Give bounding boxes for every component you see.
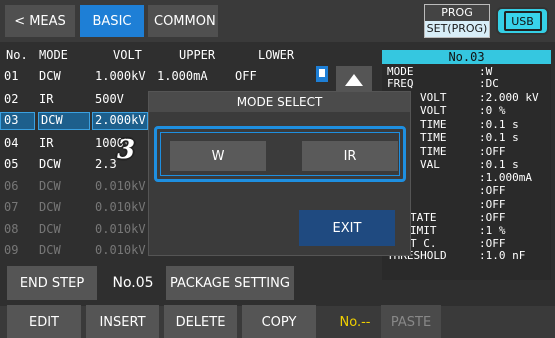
cell-no: 05 [4,157,19,171]
panel-value: :0.1 s [479,158,519,171]
cell-no: 06 [4,179,19,193]
panel-label: IMIT [410,224,437,237]
header-volt: VOLT [113,48,142,62]
panel-label: TIME [420,131,447,144]
cell-no: 07 [4,200,19,214]
header-no: No. [6,48,28,62]
cell-mode: DCW [39,157,61,171]
mode-choice-group: W IR [160,132,400,176]
delete-button[interactable]: DELETE [164,305,237,338]
cell-volt: 0.010kV [95,243,146,257]
arrow-up-icon [345,74,363,86]
table-scrollbar[interactable] [316,66,328,82]
panel-value: :1.0 nF [479,249,526,262]
copy-target-no: No.-- [339,314,371,330]
cell-mode: DCW [39,200,61,214]
cell-mode: IR [39,92,54,106]
cell-volt: 2.3 [95,157,117,171]
paste-button[interactable]: PASTE [381,305,441,338]
panel-label: TATE [410,211,437,224]
cell-volt: 0.010kV [95,222,146,236]
cell-no: 03 [4,113,19,127]
cell-no: 02 [4,92,19,106]
panel-value: :2.000 kV [479,91,539,104]
usb-label: USB [503,11,542,31]
usb-status-icon: USB [496,7,549,35]
panel-label: VOLT [420,104,447,117]
tab-basic[interactable]: BASIC [80,5,144,37]
cell-volt: 0.010kV [95,200,146,214]
cell-no: 08 [4,222,19,236]
panel-value: :1.000mA [479,171,532,184]
mode-choice-highlight: W IR [154,126,406,182]
mode-ir-button[interactable]: IR [302,141,398,171]
end-step-value: No.05 [112,275,154,291]
edit-button[interactable]: EDIT [7,305,81,338]
mode-w-button[interactable]: W [170,141,266,171]
panel-value: :OFF [479,184,506,197]
exit-button[interactable]: EXIT [299,210,395,246]
cell-no: 01 [4,69,19,83]
panel-label: TIME [420,145,447,158]
cell-volt: 0.010kV [95,179,146,193]
panel-title: No.03 [382,50,551,64]
cell-no: 04 [4,136,19,150]
cell-volt: 500V [95,92,124,106]
mode-select-dialog: MODE SELECT W IR EXIT [148,91,411,256]
package-setting-button[interactable]: PACKAGE SETTING [166,266,294,300]
dialog-title: MODE SELECT [149,92,410,112]
cell-mode: IR [39,136,54,150]
panel-value: :OFF [479,198,506,211]
panel-value: :0 % [479,104,506,117]
insert-button[interactable]: INSERT [86,305,159,338]
cell-mode: DCW [39,222,61,236]
panel-value: :0.1 s [479,131,519,144]
screen: < MEAS BASIC COMMON PROG SET(PROG) USB N… [0,0,555,338]
panel-value: :0.1 s [479,118,519,131]
scroll-thumb[interactable] [319,69,325,77]
top-bar: < MEAS BASIC COMMON PROG SET(PROG) USB [0,0,555,42]
cell-lower: OFF [235,69,257,83]
panel-value: :OFF [479,145,506,158]
step-callout-number: 3 [117,135,136,165]
prog-label: PROG [441,6,473,19]
panel-value: :DC [479,77,499,90]
tab-meas[interactable]: < MEAS [5,5,75,37]
cell-mode: DCW [39,243,61,257]
panel-label: VOLT [420,91,447,104]
cell-mode: DCW [39,179,61,193]
cell-no: 09 [4,243,19,257]
cell-upper: 1.000mA [157,69,208,83]
prog-status-badge: PROG SET(PROG) [424,4,490,38]
set-prog-label: SET(PROG) [425,21,489,37]
header-mode: MODE [39,48,68,62]
panel-value: :1 % [479,224,506,237]
panel-value: :OFF [479,211,506,224]
cell-mode: DCW [39,69,61,83]
scroll-up-button[interactable] [336,66,372,94]
panel-label: FREQ [387,77,414,90]
panel-label: VAL [420,158,440,171]
tab-common[interactable]: COMMON [148,5,218,37]
panel-label: TIME [420,118,447,131]
header-lower: LOWER [258,48,295,62]
cell-volt: 2.000kV [95,113,146,127]
cell-volt: 1.000kV [95,69,146,83]
end-step-button[interactable]: END STEP [7,266,97,300]
header-upper: UPPER [179,48,216,62]
cell-mode: DCW [41,113,63,127]
copy-button[interactable]: COPY [242,305,316,338]
